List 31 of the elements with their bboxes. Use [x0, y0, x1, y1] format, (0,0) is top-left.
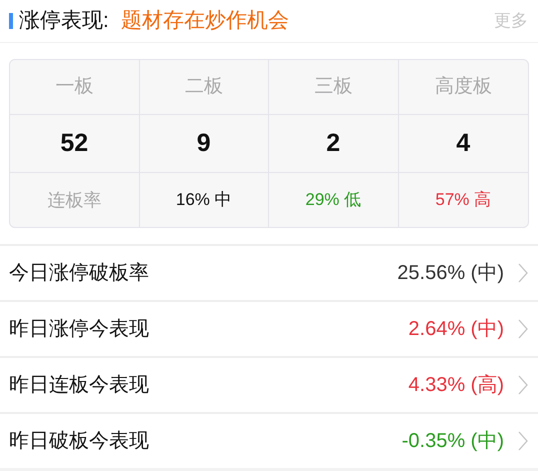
section-subtitle: 题材存在炒作机会	[120, 8, 289, 34]
count-value: 9	[196, 128, 211, 159]
metric-value: 25.56% (中)	[397, 261, 504, 286]
column-header: 三板	[314, 74, 352, 99]
metric-label: 昨日涨停今表现	[9, 317, 149, 342]
chevron-right-icon	[518, 375, 528, 395]
accent-bar	[9, 13, 13, 29]
chevron-right-icon	[518, 263, 528, 283]
column-header: 二板	[184, 74, 223, 99]
metric-row[interactable]: 今日涨停破板率 25.56% (中)	[0, 244, 538, 300]
metric-label: 昨日破板今表现	[9, 429, 149, 454]
metric-value: -0.35% (中)	[402, 429, 504, 454]
metric-row[interactable]: 昨日连板今表现 4.33% (高)	[0, 356, 538, 412]
metric-label: 昨日连板今表现	[9, 373, 149, 398]
rate-value: 29% 低	[305, 189, 362, 212]
metric-value: 4.33% (高)	[408, 373, 504, 398]
rate-value: 16% 中	[176, 189, 232, 212]
metric-label: 今日涨停破板率	[9, 261, 149, 286]
metric-value: 2.64% (中)	[408, 317, 504, 342]
column-header: 一板	[55, 74, 94, 99]
rate-value: 57% 高	[435, 189, 492, 212]
count-value: 4	[456, 128, 470, 159]
section-title: 涨停表现:	[19, 8, 109, 34]
chevron-right-icon	[518, 319, 528, 339]
metric-row[interactable]: 昨日破板今表现 -0.35% (中)	[0, 412, 538, 468]
column-header: 高度板	[434, 74, 492, 99]
count-value: 52	[60, 128, 88, 159]
metric-row[interactable]: 昨日涨停今表现 2.64% (中)	[0, 300, 538, 356]
count-value: 2	[326, 128, 340, 159]
row-label: 连板率	[47, 188, 102, 212]
chevron-right-icon	[518, 431, 528, 451]
